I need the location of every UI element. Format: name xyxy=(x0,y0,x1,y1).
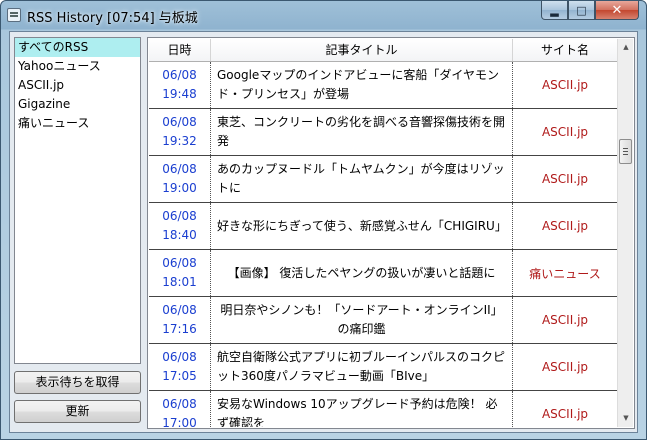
row-title: 明日奈やシノンも！「ソードアート・オンラインII」の痛印鑑 xyxy=(220,303,503,336)
row-site: ASCII.jp xyxy=(513,62,618,108)
grip-icon xyxy=(623,148,628,149)
scroll-thumb[interactable] xyxy=(619,139,632,164)
row-site: ASCII.jp xyxy=(513,109,618,155)
grid-rows: 06/08 19:48 Googleマップのインドアビューに客船「ダイヤモンド・プリ… xyxy=(149,62,618,427)
row-date: 06/08 xyxy=(162,303,197,317)
article-row[interactable]: 06/08 17:16 明日奈やシノンも！「ソードアート・オンラインII」の痛印鑑 A… xyxy=(149,297,618,344)
client-area: すべてのRSS Yahooニュース ASCII.jp Gigazine 痛いニュース 表… xyxy=(9,31,638,433)
row-date: 06/08 xyxy=(162,162,197,176)
row-title: あのカップヌードル「トムヤムクン」が今度はリゾットに xyxy=(217,162,505,195)
title-cell: 好きな形にちぎって使う、新感覚ふせん「CHIGIRU」 xyxy=(211,203,513,249)
row-site: ASCII.jp xyxy=(513,297,618,343)
feed-item[interactable]: ASCII.jp xyxy=(15,76,140,95)
row-date: 06/08 xyxy=(162,115,197,129)
row-time: 18:40 xyxy=(162,228,197,242)
date-cell: 06/08 19:48 xyxy=(149,62,211,108)
column-header-date[interactable]: 日時 xyxy=(149,39,211,61)
row-time: 17:00 xyxy=(162,416,197,427)
date-cell: 06/08 19:00 xyxy=(149,156,211,202)
feed-item[interactable]: Gigazine xyxy=(15,95,140,114)
row-site: 痛いニュース xyxy=(513,250,618,296)
title-cell: 航空自衛隊公式アプリに初ブルーインパルスのコクピット360度パノラマビュー動画「… xyxy=(211,344,513,390)
window-title: RSS History [07:54] 与板城 xyxy=(27,11,198,26)
article-row[interactable]: 06/08 19:32 東芝、コンクリートの劣化を調べる音響探傷技術を開発 ASCII… xyxy=(149,109,618,156)
article-row[interactable]: 06/08 19:00 あのカップヌードル「トムヤムクン」が今度はリゾットに ASCI… xyxy=(149,156,618,203)
row-site: ASCII.jp xyxy=(513,344,618,390)
row-date: 06/08 xyxy=(162,68,197,82)
minimize-button[interactable]: ▂ xyxy=(541,1,568,20)
column-header-site[interactable]: サイト名 xyxy=(513,39,618,61)
caption-buttons: ▂ □ ✕ xyxy=(541,1,639,20)
scroll-up-icon[interactable]: ▲ xyxy=(618,39,634,56)
row-time: 19:48 xyxy=(162,87,197,101)
feed-item[interactable]: すべてのRSS xyxy=(15,38,140,57)
row-title: 東芝、コンクリートの劣化を調べる音響探傷技術を開発 xyxy=(217,115,506,148)
article-row[interactable]: 06/08 17:05 航空自衛隊公式アプリに初ブルーインパルスのコクピット360度… xyxy=(149,344,618,391)
row-time: 19:00 xyxy=(162,181,197,195)
fetch-pending-button[interactable]: 表示待ちを取得 xyxy=(14,371,141,394)
app-window: RSS History [07:54] 与板城 ▂ □ ✕ すべてのRSS Yah… xyxy=(0,0,647,440)
row-time: 17:16 xyxy=(162,322,197,336)
row-time: 17:05 xyxy=(162,369,197,383)
row-date: 06/08 xyxy=(162,397,197,411)
app-icon xyxy=(7,8,21,22)
row-title: Googleマップのインドアビューに客船「ダイヤモンド・プリンセス」が登場 xyxy=(217,68,499,101)
date-cell: 06/08 18:01 xyxy=(149,250,211,296)
row-site: ASCII.jp xyxy=(513,203,618,249)
row-title: 【画像】 復活したペヤングの扱いが凄いと話題に xyxy=(227,265,496,280)
date-cell: 06/08 17:16 xyxy=(149,297,211,343)
row-time: 18:01 xyxy=(162,275,197,289)
row-date: 06/08 xyxy=(162,350,197,364)
close-button[interactable]: ✕ xyxy=(595,1,639,20)
row-site: ASCII.jp xyxy=(513,156,618,202)
row-date: 06/08 xyxy=(162,256,197,270)
vertical-scrollbar[interactable]: ▲ ▼ xyxy=(617,39,633,427)
title-cell: 【画像】 復活したペヤングの扱いが凄いと話題に xyxy=(211,250,513,296)
row-title: 航空自衛隊公式アプリに初ブルーインパルスのコクピット360度パノラマビュー動画「… xyxy=(217,350,506,383)
row-site: ASCII.jp xyxy=(513,391,618,427)
title-cell: Googleマップのインドアビューに客船「ダイヤモンド・プリンセス」が登場 xyxy=(211,62,513,108)
date-cell: 06/08 17:00 xyxy=(149,391,211,427)
article-row[interactable]: 06/08 18:40 好きな形にちぎって使う、新感覚ふせん「CHIGIRU」 ASC… xyxy=(149,203,618,250)
date-cell: 06/08 18:40 xyxy=(149,203,211,249)
article-grid: 日時 記事タイトル サイト名 06/08 19:48 Googleマップのインドアビ… xyxy=(147,37,635,429)
article-row[interactable]: 06/08 19:48 Googleマップのインドアビューに客船「ダイヤモンド・プリ… xyxy=(149,62,618,109)
title-cell: 明日奈やシノンも！「ソードアート・オンラインII」の痛印鑑 xyxy=(211,297,513,343)
maximize-button[interactable]: □ xyxy=(568,1,595,20)
row-title: 安易なWindows 10アップグレード予約は危険！ 必ず確認を xyxy=(217,397,498,427)
title-cell: あのカップヌードル「トムヤムクン」が今度はリゾットに xyxy=(211,156,513,202)
feed-list[interactable]: すべてのRSS Yahooニュース ASCII.jp Gigazine 痛いニュース xyxy=(14,37,141,364)
row-time: 19:32 xyxy=(162,134,197,148)
title-bar[interactable]: RSS History [07:54] 与板城 ▂ □ ✕ xyxy=(1,1,646,29)
title-cell: 安易なWindows 10アップグレード予約は危険！ 必ず確認を xyxy=(211,391,513,427)
row-date: 06/08 xyxy=(162,209,197,223)
title-cell: 東芝、コンクリートの劣化を調べる音響探傷技術を開発 xyxy=(211,109,513,155)
date-cell: 06/08 19:32 xyxy=(149,109,211,155)
refresh-button[interactable]: 更新 xyxy=(14,400,141,423)
article-row[interactable]: 06/08 17:00 安易なWindows 10アップグレード予約は危険！ 必ず確… xyxy=(149,391,618,427)
feed-item[interactable]: 痛いニュース xyxy=(15,114,140,133)
scroll-down-icon[interactable]: ▼ xyxy=(618,410,634,427)
grid-header: 日時 記事タイトル サイト名 xyxy=(149,39,618,62)
date-cell: 06/08 17:05 xyxy=(149,344,211,390)
feed-item[interactable]: Yahooニュース xyxy=(15,57,140,76)
article-row[interactable]: 06/08 18:01 【画像】 復活したペヤングの扱いが凄いと話題に 痛いニュース xyxy=(149,250,618,297)
row-title: 好きな形にちぎって使う、新感覚ふせん「CHIGIRU」 xyxy=(217,218,507,233)
column-header-title[interactable]: 記事タイトル xyxy=(211,39,513,61)
